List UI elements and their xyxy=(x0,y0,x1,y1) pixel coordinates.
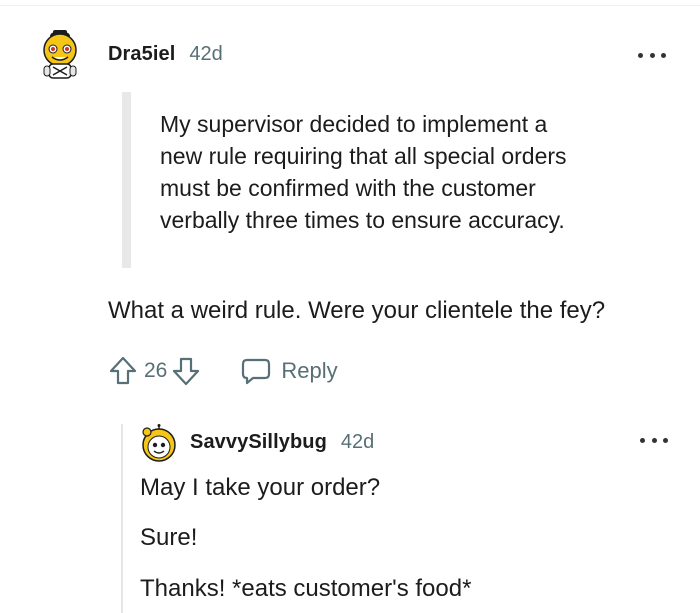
comment-body: What a weird rule. Were your clientele t… xyxy=(108,297,606,324)
snoo-avatar-icon xyxy=(142,424,176,462)
ellipsis-icon xyxy=(649,52,655,58)
divider xyxy=(0,5,700,6)
vote-score: 26 xyxy=(144,359,168,382)
comment-thread: Dra5iel 42d My supervisor decided to imp… xyxy=(0,0,700,613)
ellipsis-icon xyxy=(651,437,657,443)
arrow-down-outline-icon xyxy=(173,357,200,386)
ellipsis-icon xyxy=(640,437,645,443)
upvote-button[interactable] xyxy=(108,354,138,388)
ellipsis-icon xyxy=(661,52,666,58)
reply-more-options-button[interactable] xyxy=(640,433,668,447)
comment-age: 42d xyxy=(189,42,223,65)
reply-meta: SavvySillybug 42d xyxy=(190,428,374,456)
arrow-up-outline-icon xyxy=(109,356,137,385)
reply-age: 42d xyxy=(340,430,375,453)
snoo-avatar-icon xyxy=(43,30,77,79)
downvote-button[interactable] xyxy=(171,354,201,388)
blockquote-text: My supervisor decided to implement a new… xyxy=(160,111,567,233)
comment-meta: Dra5iel 42d xyxy=(108,40,223,68)
reply-body-line: Sure! xyxy=(140,524,198,551)
comment-author[interactable]: Dra5iel xyxy=(108,43,175,66)
user-avatar[interactable] xyxy=(36,26,84,82)
ellipsis-icon xyxy=(638,52,643,58)
reply-button[interactable]: Reply xyxy=(241,357,338,385)
blockquote-bar xyxy=(122,92,131,268)
more-options-button[interactable] xyxy=(638,48,666,62)
reply-body-line: Thanks! *eats customer's food* xyxy=(140,575,472,602)
ellipsis-icon xyxy=(663,437,668,443)
reply-author[interactable]: SavvySillybug xyxy=(190,431,327,454)
thread-line[interactable] xyxy=(121,424,123,613)
reply-label: Reply xyxy=(281,358,338,383)
comment-actions: 26 Reply xyxy=(108,352,338,390)
speech-bubble-icon xyxy=(242,358,271,385)
reply-avatar[interactable] xyxy=(137,424,181,464)
reply-body-line: May I take your order? xyxy=(140,474,381,501)
